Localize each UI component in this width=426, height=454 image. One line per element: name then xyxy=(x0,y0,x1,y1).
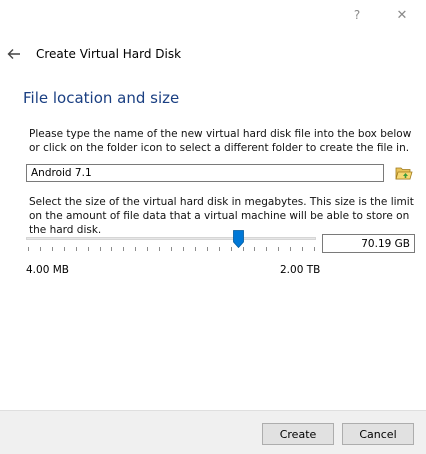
create-virtual-hard-disk-dialog: ? ✕ Create Virtual Hard Disk File locati… xyxy=(0,0,426,454)
slider-tick xyxy=(63,247,65,251)
page-title: File location and size xyxy=(23,89,180,107)
create-button[interactable]: Create xyxy=(262,423,334,445)
slider-tick xyxy=(75,247,77,251)
slider-tick xyxy=(302,247,304,251)
back-button[interactable] xyxy=(4,44,24,64)
slider-tick xyxy=(135,247,137,251)
slider-tick xyxy=(266,247,268,251)
slider-max-label: 2.00 TB xyxy=(280,264,321,276)
slider-tick xyxy=(206,247,208,251)
slider-tick xyxy=(123,247,125,251)
slider-tick xyxy=(147,247,149,251)
close-button[interactable]: ✕ xyxy=(389,3,415,27)
slider-tick xyxy=(28,247,29,251)
slider-tick xyxy=(99,247,101,251)
slider-min-label: 4.00 MB xyxy=(26,264,69,276)
disk-size-slider[interactable] xyxy=(26,230,316,254)
slider-tick xyxy=(39,247,41,251)
slider-tick xyxy=(290,247,292,251)
slider-tick xyxy=(111,247,113,251)
slider-tick xyxy=(171,247,172,251)
slider-tick xyxy=(182,247,184,251)
location-description: Please type the name of the new virtual … xyxy=(29,128,412,154)
choose-folder-button[interactable] xyxy=(393,163,415,183)
slider-tick xyxy=(87,247,89,251)
folder-open-icon xyxy=(395,167,413,180)
slider-tick xyxy=(194,247,196,251)
slider-tick xyxy=(314,247,315,251)
back-arrow-icon xyxy=(7,49,20,59)
help-button[interactable]: ? xyxy=(344,3,370,27)
disk-size-input[interactable] xyxy=(322,234,415,253)
slider-tick xyxy=(278,247,280,251)
slider-tick xyxy=(254,247,256,251)
wizard-header-title: Create Virtual Hard Disk xyxy=(36,47,182,61)
cancel-button[interactable]: Cancel xyxy=(342,423,414,445)
slider-tick xyxy=(159,247,161,251)
file-location-input[interactable] xyxy=(26,164,384,182)
question-mark-icon: ? xyxy=(353,8,361,22)
dialog-footer: Create Cancel xyxy=(0,410,426,454)
slider-tick xyxy=(230,247,232,251)
slider-groove xyxy=(26,237,316,240)
close-icon: ✕ xyxy=(396,7,408,23)
slider-tick xyxy=(218,247,220,251)
slider-handle[interactable] xyxy=(232,230,244,248)
slider-tick xyxy=(51,247,53,251)
